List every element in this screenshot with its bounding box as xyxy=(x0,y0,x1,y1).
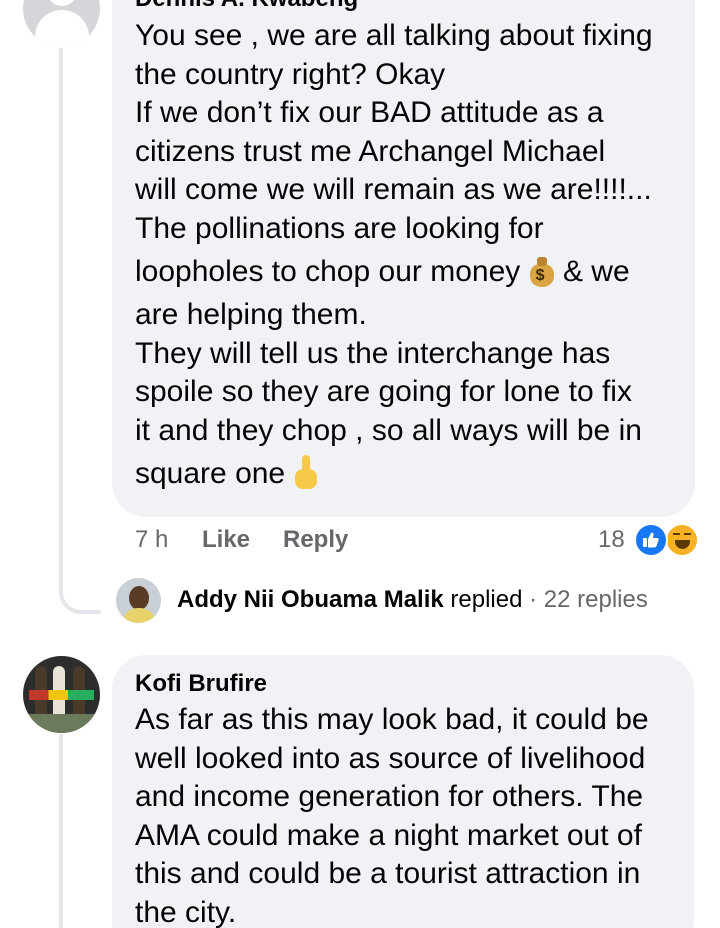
view-replies-link[interactable]: Addy Nii Obuama Malik replied · 22 repli… xyxy=(177,585,648,615)
comment-timestamp[interactable]: 7 h xyxy=(135,524,168,556)
comments-thread: Dennis A. Kwabeng You see , we are all t… xyxy=(0,0,720,928)
like-reaction-icon[interactable] xyxy=(634,523,668,557)
comment-line: the country right? Okay xyxy=(135,57,446,91)
comment-line-text: & we xyxy=(562,255,630,288)
comment-author[interactable]: Kofi Brufire xyxy=(135,669,267,699)
comment-line-text: square one xyxy=(135,457,286,490)
comment-author[interactable]: Dennis A. Kwabeng xyxy=(135,0,358,14)
reply-count: 22 replies xyxy=(543,586,648,613)
comment-line: spoile so they are going for lone to fix xyxy=(135,375,632,408)
reply-button[interactable]: Reply xyxy=(283,524,348,556)
reply-author: Addy Nii Obuama Malik xyxy=(177,586,444,613)
avatar[interactable] xyxy=(23,0,100,47)
comment-line: As far as this may look bad, it could be xyxy=(135,703,649,736)
comment-text: You see , we are all talking about fixin… xyxy=(135,17,680,498)
thread-line xyxy=(59,734,63,928)
comment-line: the city. xyxy=(135,895,237,928)
reply-avatar[interactable] xyxy=(116,578,161,623)
comment-line: it and they chop , so all ways will be i… xyxy=(135,413,642,447)
comment-line: AMA could make a night market out of xyxy=(135,818,642,852)
thread-line-curve xyxy=(59,560,101,614)
comment-line: square one xyxy=(135,450,680,498)
thread-line xyxy=(59,48,63,568)
comment-line: They will tell us the interchange has xyxy=(135,336,611,370)
comment-line: are helping them. xyxy=(135,298,367,331)
money-bag-icon: $ xyxy=(529,257,555,287)
comment-line: and income generation for others. The xyxy=(135,780,644,813)
avatar[interactable] xyxy=(23,656,100,733)
comment-line: The pollinations are looking for xyxy=(135,211,544,245)
haha-reaction-icon[interactable] xyxy=(665,523,699,557)
comment-line: loopholes to chop our money $ & we xyxy=(135,248,680,296)
comment-line: well looked into as source of livelihood xyxy=(135,741,646,775)
comment-text: As far as this may look bad, it could be… xyxy=(135,701,680,928)
comment-line: You see , we are all talking about fixin… xyxy=(135,19,653,52)
reply-verb: replied xyxy=(450,586,523,613)
comment-line: citizens trust me Archangel Michael xyxy=(135,134,606,168)
like-button[interactable]: Like xyxy=(202,524,250,556)
reaction-count[interactable]: 18 xyxy=(598,524,625,556)
comment-line: will come we will remain as we are!!!!..… xyxy=(135,173,652,206)
comment-line-text: loopholes to chop our money xyxy=(135,255,521,288)
comment-line: If we don’t fix our BAD attitude as a xyxy=(135,96,604,129)
reply-separator: · xyxy=(529,586,538,613)
comment-line: this and could be a tourist attraction i… xyxy=(135,857,641,890)
pointing-up-icon xyxy=(293,455,319,489)
